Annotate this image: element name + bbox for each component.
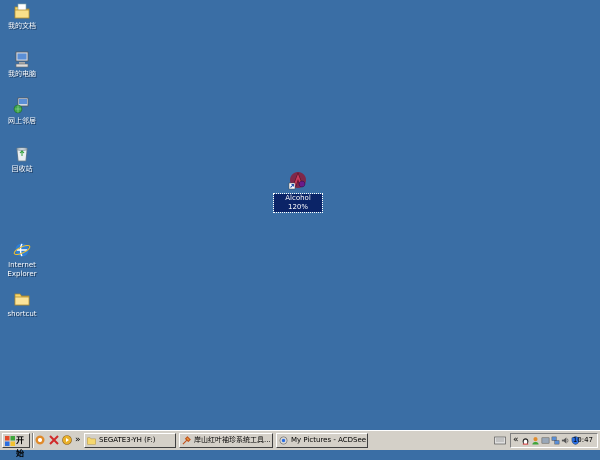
my-documents-icon <box>14 3 30 19</box>
volume-icon[interactable] <box>561 436 570 445</box>
keyboard-icon[interactable] <box>494 435 506 445</box>
desktop-icon-label: Alcohol 120% <box>273 193 323 213</box>
tool-icon <box>182 436 191 445</box>
start-button[interactable]: 开始 <box>2 433 30 458</box>
desktop-icon-my-computer[interactable]: 我的电脑 <box>0 50 44 79</box>
task-button-label: 岸山红叶袖珍系统工具... <box>194 436 271 444</box>
desktop-icon-shortcut[interactable]: shortcut <box>0 290 44 319</box>
start-label: 开始 <box>16 436 24 458</box>
desktop-icon-label: shortcut <box>7 310 37 318</box>
quick-launch-overflow[interactable]: » <box>75 433 81 447</box>
desktop-icon-my-documents[interactable]: 我的文档 <box>0 2 44 31</box>
folder-icon <box>87 437 96 445</box>
desktop-icon-network-places[interactable]: 网上邻居 <box>0 97 44 126</box>
desktop-icon-label: 回收站 <box>11 165 33 173</box>
desktop-icon-label: 网上邻居 <box>8 117 36 125</box>
task-button-segate3[interactable]: SEGATE3-YH (F:) <box>84 433 176 448</box>
media-icon[interactable] <box>61 434 73 446</box>
recycle-bin-icon <box>16 147 28 162</box>
desktop-icon-label: Internet Explorer <box>7 261 37 278</box>
taskbar: 开始 » SEGATE3-YH (F:) 岸山红叶袖珍系统工具... My Pi… <box>0 430 600 458</box>
desktop-icon-internet-explorer[interactable]: Internet Explorer <box>0 241 44 279</box>
task-button-system-tools[interactable]: 岸山红叶袖珍系统工具... <box>179 433 273 448</box>
folder-icon <box>14 293 30 306</box>
network-icon[interactable] <box>551 436 560 445</box>
alcohol-120-icon <box>288 172 306 190</box>
desktop-icon-label: 我的电脑 <box>8 70 36 78</box>
tray-expand-button[interactable]: « <box>513 434 519 447</box>
messenger-icon[interactable] <box>531 436 540 445</box>
network-places-icon <box>13 97 29 114</box>
task-button-label: My Pictures - ACDSee Pr... <box>291 436 367 444</box>
qq-penguin-icon[interactable] <box>521 436 530 445</box>
task-button-acdsee[interactable]: My Pictures - ACDSee Pr... <box>276 433 368 448</box>
my-computer-icon <box>15 51 29 68</box>
acdsee-icon <box>279 436 288 445</box>
desktop-icon-label: 我的文档 <box>8 22 36 30</box>
internet-explorer-icon <box>13 243 31 257</box>
desktop-icon-recycle-bin[interactable]: 回收站 <box>0 145 44 174</box>
clock[interactable]: 10:47 <box>573 434 593 447</box>
browser-icon[interactable] <box>34 434 46 446</box>
drive-icon[interactable] <box>541 436 550 445</box>
desktop-icon-alcohol-120[interactable]: Alcohol 120% <box>273 170 323 213</box>
windows-flag-icon <box>5 436 15 446</box>
app-x-icon[interactable] <box>48 434 60 446</box>
system-tray: « 10:47 <box>510 433 598 448</box>
task-button-label: SEGATE3-YH (F:) <box>99 436 156 444</box>
